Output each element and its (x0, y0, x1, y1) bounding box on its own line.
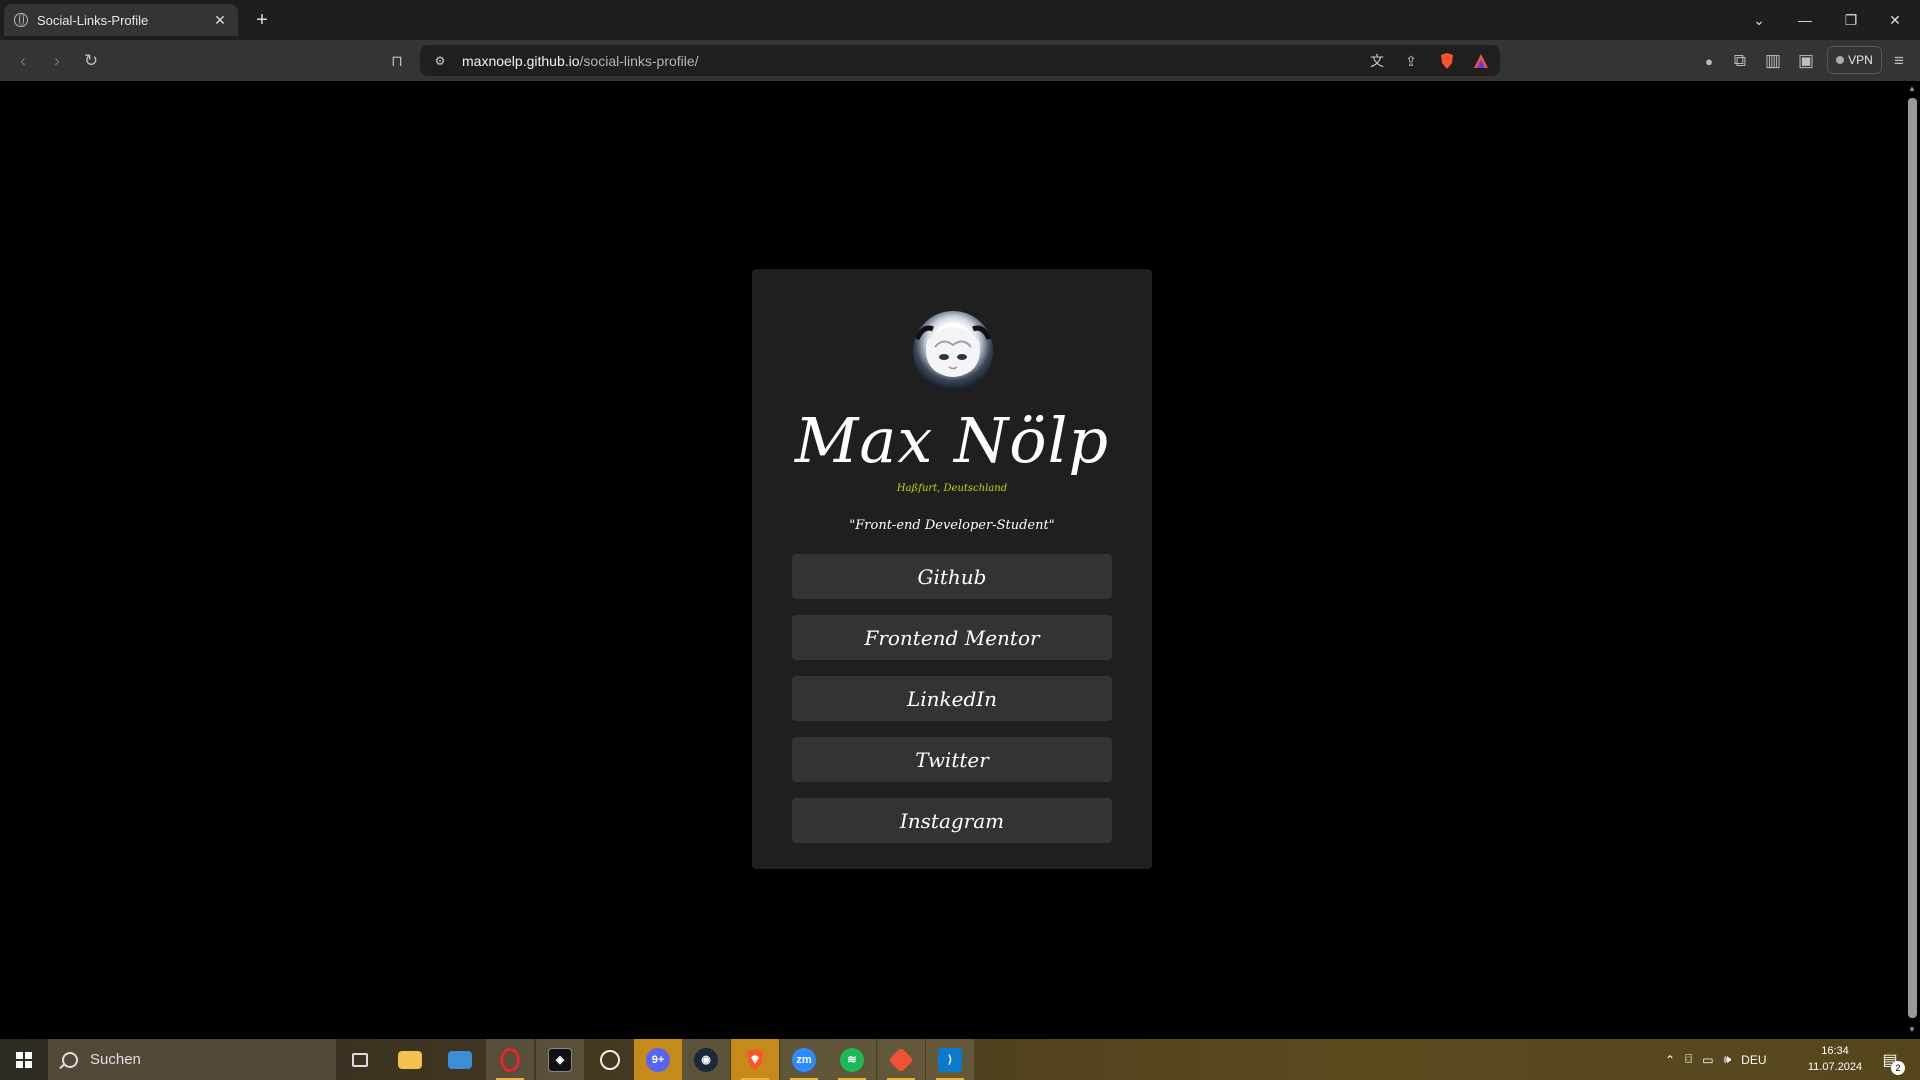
globe-icon (14, 13, 28, 27)
scroll-down-icon[interactable]: ▼ (1907, 1025, 1917, 1035)
webcam-icon[interactable]: ⌼ (1685, 1052, 1692, 1067)
leo-icon[interactable]: ● (1696, 48, 1722, 74)
tab-active[interactable]: Social-Links-Profile ✕ (4, 4, 238, 36)
vpn-label: VPN (1848, 53, 1873, 67)
profile-bio: "Front-end Developer-Student" (849, 518, 1055, 533)
zoom-icon[interactable]: zm (780, 1039, 828, 1080)
twitter-link-button[interactable]: Twitter (792, 737, 1112, 782)
menu-icon[interactable]: ≡ (1886, 48, 1912, 74)
clock-time: 16:34 (1821, 1045, 1849, 1057)
profile-name: Max Nölp (794, 404, 1110, 477)
minimize-icon[interactable]: — (1790, 6, 1820, 34)
site-settings-icon[interactable]: ⚙ (432, 53, 448, 69)
search-icon (62, 1051, 78, 1068)
browser-toolbar: ‹ › ↻ ⊓ ⚙ maxnoelp.github.io/social-link… (0, 40, 1920, 81)
start-button[interactable] (0, 1039, 48, 1080)
control-panel-icon[interactable] (436, 1039, 484, 1080)
vpn-button[interactable]: VPN (1827, 46, 1882, 74)
instagram-link-button[interactable]: Instagram (792, 798, 1112, 843)
volume-icon[interactable]: 🕪 (1724, 1052, 1732, 1067)
tab-list-chevron-icon[interactable]: ⌄ (1744, 6, 1774, 34)
url-host: maxnoelp.github.io (462, 52, 580, 69)
taskbar-search[interactable]: Suchen (48, 1039, 336, 1080)
github-link-button[interactable]: Github (792, 554, 1112, 599)
wallet-icon[interactable]: ▣ (1793, 48, 1819, 74)
windows-taskbar: Suchen ◈ 9+ ◉ zm ≋ ⟩ ⌃ ⌼ ▭ 🕪 DEU 16:34 1… (0, 1039, 1920, 1080)
notification-badge: 2 (1891, 1061, 1905, 1075)
vertical-scrollbar[interactable]: ▲ ▼ (1904, 81, 1920, 1039)
app-icon[interactable]: ◈ (536, 1039, 584, 1080)
brave-rewards-icon[interactable] (1472, 52, 1490, 70)
new-tab-button[interactable]: + (250, 8, 274, 32)
sidebar-icon[interactable]: ▥ (1760, 48, 1786, 74)
file-explorer-icon[interactable] (386, 1039, 434, 1080)
spotify-icon[interactable]: ≋ (828, 1039, 876, 1080)
restore-icon[interactable]: ❐ (1836, 6, 1866, 34)
network-icon[interactable]: ▭ (1702, 1053, 1713, 1067)
scrollbar-thumb[interactable] (1908, 98, 1917, 1018)
vpn-status-icon (1836, 56, 1845, 64)
steam-icon[interactable]: ◉ (682, 1039, 730, 1080)
share-icon[interactable]: ⇪ (1402, 52, 1420, 70)
task-view-icon[interactable] (336, 1039, 384, 1080)
vscode-icon[interactable]: ⟩ (926, 1039, 974, 1080)
show-hidden-icons-icon[interactable]: ⌃ (1665, 1053, 1675, 1067)
page-viewport: Max Nölp Haßfurt, Deutschland "Front-end… (0, 81, 1904, 1039)
avatar (913, 311, 993, 391)
taskbar-search-placeholder: Suchen (90, 1051, 141, 1068)
profile-card: Max Nölp Haßfurt, Deutschland "Front-end… (752, 269, 1152, 869)
frontend-mentor-link-button[interactable]: Frontend Mentor (792, 615, 1112, 660)
browser-tab-bar: Social-Links-Profile ✕ + ⌄ — ❐ ✕ (0, 0, 1920, 40)
system-tray: ⌃ ⌼ ▭ 🕪 DEU (1665, 1039, 1767, 1080)
address-bar[interactable]: ⚙ maxnoelp.github.io/social-links-profil… (420, 45, 1500, 76)
opera-icon[interactable] (486, 1039, 534, 1080)
extensions-icon[interactable]: ⧉ (1727, 48, 1753, 74)
close-tab-icon[interactable]: ✕ (212, 12, 228, 28)
close-window-icon[interactable]: ✕ (1880, 6, 1910, 34)
clock[interactable]: 16:34 11.07.2024 (1800, 1043, 1870, 1075)
reload-icon[interactable]: ↻ (78, 48, 104, 74)
forward-icon[interactable]: › (44, 48, 70, 74)
ubisoft-icon[interactable] (586, 1039, 634, 1080)
windows-logo-icon (16, 1051, 32, 1068)
bookmark-icon[interactable]: ⊓ (384, 48, 410, 74)
translate-icon[interactable]: 文 (1368, 52, 1386, 70)
tab-title: Social-Links-Profile (37, 12, 149, 28)
brave-icon[interactable] (731, 1039, 779, 1080)
discord-icon[interactable]: 9+ (634, 1039, 682, 1080)
language-indicator[interactable]: DEU (1741, 1053, 1766, 1067)
profile-location: Haßfurt, Deutschland (896, 483, 1008, 494)
url-path: /social-links-profile/ (579, 52, 699, 69)
notification-center-icon[interactable]: ▤ 2 (1877, 1047, 1905, 1075)
linkedin-link-button[interactable]: LinkedIn (792, 676, 1112, 721)
back-icon[interactable]: ‹ (10, 48, 36, 74)
brave-shields-icon[interactable] (1438, 52, 1456, 70)
scroll-up-icon[interactable]: ▲ (1907, 84, 1917, 94)
git-icon[interactable] (877, 1039, 925, 1080)
clock-date: 11.07.2024 (1807, 1061, 1863, 1073)
